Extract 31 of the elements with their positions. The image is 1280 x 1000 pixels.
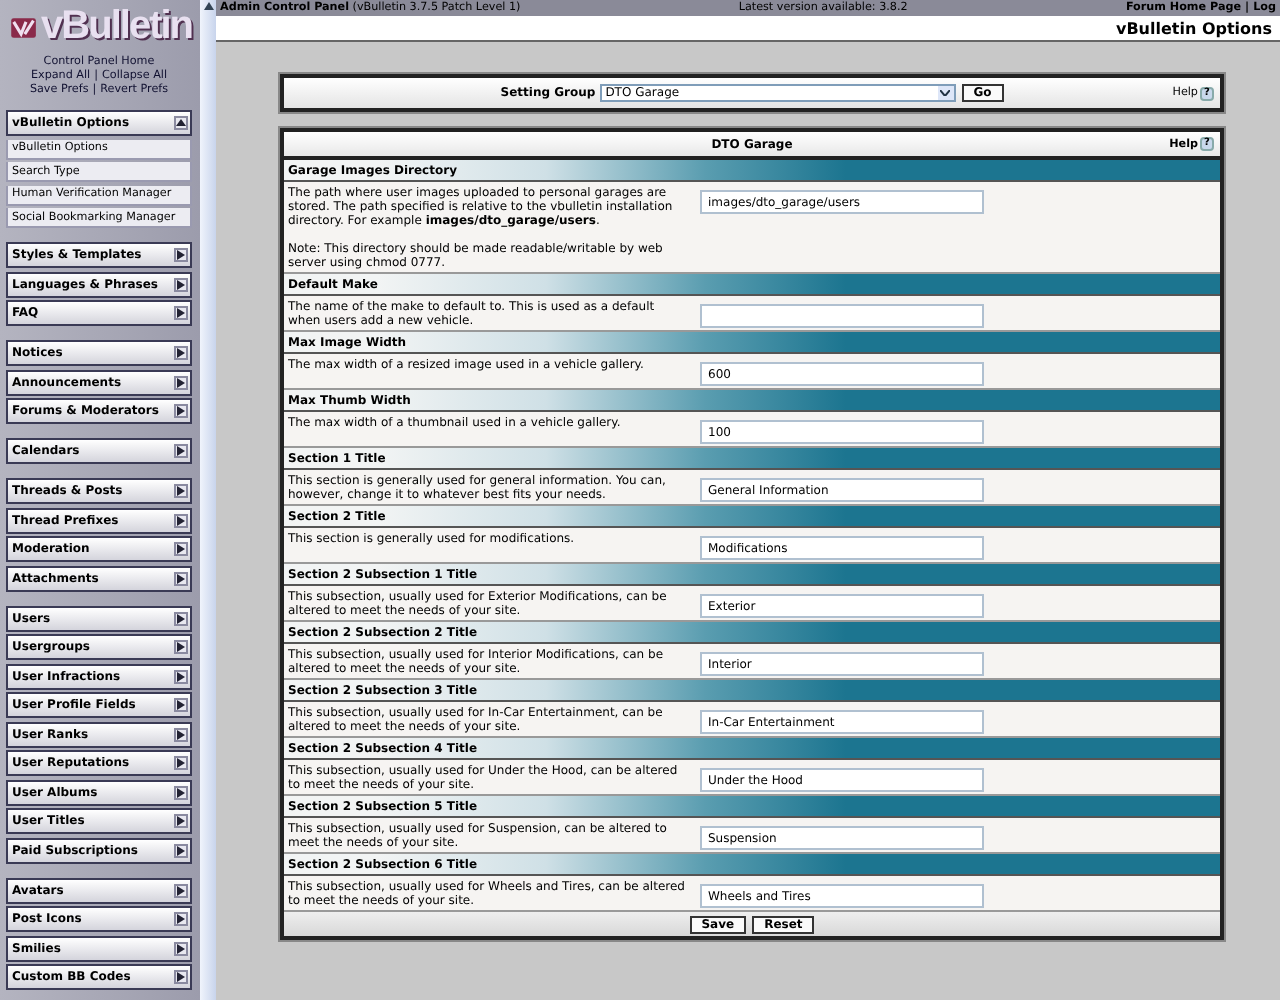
expand-icon[interactable] <box>174 727 188 741</box>
expand-icon[interactable] <box>174 814 188 828</box>
expand-icon[interactable] <box>174 970 188 984</box>
expand-icon[interactable] <box>174 444 188 458</box>
collapse-icon[interactable] <box>174 116 188 130</box>
scroll-up-icon[interactable] <box>203 2 213 10</box>
expand-icon[interactable] <box>174 611 188 625</box>
scrollbar[interactable] <box>200 0 216 1000</box>
expand-icon[interactable] <box>174 277 188 291</box>
expand-icon[interactable] <box>174 542 188 556</box>
expand-icon[interactable] <box>174 843 188 857</box>
logo-text: vBulletin <box>41 4 192 50</box>
expand-icon[interactable] <box>174 484 188 498</box>
expand-icon[interactable] <box>174 883 188 897</box>
expand-icon[interactable] <box>174 306 188 320</box>
expand-icon[interactable] <box>174 640 188 654</box>
page-title: vBulletin Options <box>1115 19 1272 37</box>
dropdown-caret-icon[interactable] <box>937 86 954 100</box>
expand-icon[interactable] <box>174 912 188 926</box>
expand-icon[interactable] <box>174 698 188 712</box>
expand-icon[interactable] <box>174 785 188 799</box>
expand-icon[interactable] <box>174 571 188 585</box>
expand-icon[interactable] <box>174 346 188 360</box>
text-field[interactable] <box>700 304 984 328</box>
expand-icon[interactable] <box>174 404 188 418</box>
expand-icon[interactable] <box>174 248 188 262</box>
expand-icon[interactable] <box>174 941 188 955</box>
expand-icon[interactable] <box>174 513 188 527</box>
expand-icon[interactable] <box>174 756 188 770</box>
expand-icon[interactable] <box>174 375 188 389</box>
expand-icon[interactable] <box>174 669 188 683</box>
